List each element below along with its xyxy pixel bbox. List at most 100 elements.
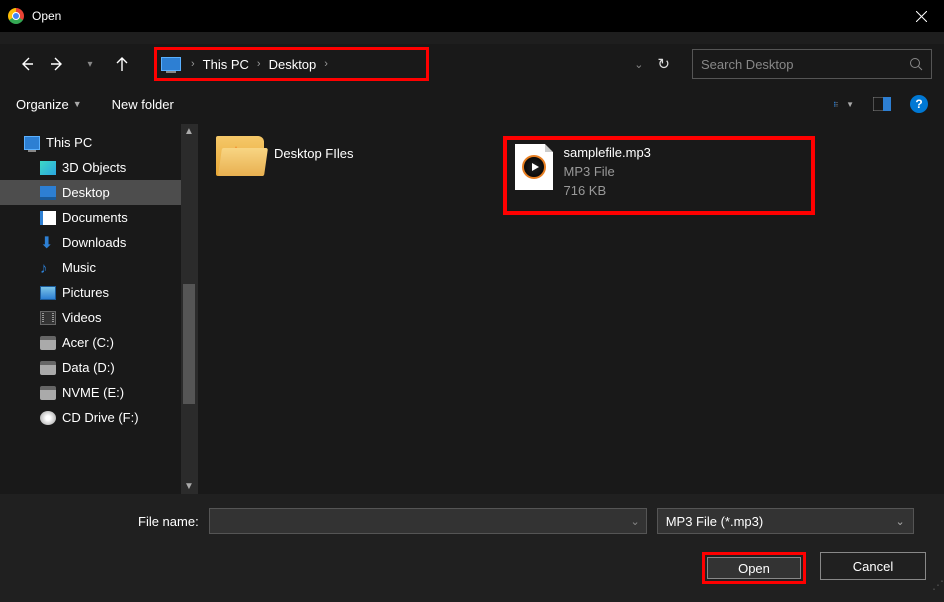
desktop-icon (40, 186, 56, 200)
main-area: This PC 3D Objects Desktop Documents ⬇ D… (0, 124, 944, 494)
sidebar-item-label: Data (D:) (62, 360, 115, 375)
scrollbar-thumb[interactable] (183, 284, 195, 404)
drive-icon (40, 336, 56, 350)
nav-back-button[interactable] (12, 50, 40, 78)
arrow-left-icon (18, 56, 34, 72)
filetype-label: MP3 File (*.mp3) (666, 514, 764, 529)
chevron-down-icon: ⌄ (895, 515, 904, 528)
search-placeholder: Search Desktop (701, 57, 794, 72)
download-icon: ⬇ (40, 236, 56, 250)
cancel-button[interactable]: Cancel (820, 552, 926, 580)
search-input[interactable]: Search Desktop (692, 49, 932, 79)
document-icon (40, 211, 56, 225)
sidebar-item-drive-c[interactable]: Acer (C:) (0, 330, 198, 355)
nav-row: ▾ › This PC › Desktop › ⌄ ↻ Search Deskt… (0, 44, 944, 84)
drive-icon (40, 361, 56, 375)
search-icon (909, 57, 923, 71)
video-icon (40, 311, 56, 325)
arrow-up-icon (115, 56, 129, 72)
view-list-icon (834, 97, 842, 111)
resize-grip[interactable]: ⋰ (932, 578, 942, 592)
view-options-button[interactable]: ▼ (834, 95, 854, 113)
filename-label: File name: (138, 514, 199, 529)
preview-pane-button[interactable] (872, 95, 892, 113)
file-type: MP3 File (563, 163, 650, 182)
window-close-button[interactable] (898, 0, 944, 32)
sidebar-item-label: 3D Objects (62, 160, 126, 175)
chevron-right-icon: › (187, 58, 199, 70)
new-folder-button[interactable]: New folder (112, 97, 174, 112)
organize-menu[interactable]: Organize ▼ (16, 97, 82, 112)
close-icon (916, 11, 927, 22)
sidebar-item-thispc[interactable]: This PC (0, 130, 198, 155)
breadcrumb-pc[interactable]: This PC (199, 57, 253, 72)
sidebar-item-music[interactable]: ♪ Music (0, 255, 198, 280)
chevron-down-icon[interactable]: ⌄ (630, 515, 639, 528)
cube-icon (40, 161, 56, 175)
sidebar-item-label: NVME (E:) (62, 385, 124, 400)
sidebar-item-label: Downloads (62, 235, 126, 250)
bottom-panel: File name: ⌄ MP3 File (*.mp3) ⌄ Open Can… (0, 494, 944, 602)
chevron-down-icon: ▼ (73, 99, 82, 109)
file-pane[interactable]: Desktop FIles samplefile.mp3 MP3 File 71… (198, 124, 944, 494)
filetype-select[interactable]: MP3 File (*.mp3) ⌄ (657, 508, 914, 534)
sidebar-item-label: This PC (46, 135, 92, 150)
sidebar-item-label: Desktop (62, 185, 110, 200)
sidebar: This PC 3D Objects Desktop Documents ⬇ D… (0, 124, 198, 494)
chevron-down-icon: ▼ (846, 100, 854, 109)
sidebar-item-videos[interactable]: Videos (0, 305, 198, 330)
scroll-up-icon[interactable]: ▲ (184, 126, 194, 137)
breadcrumb[interactable]: › This PC › Desktop › (154, 47, 429, 81)
chevron-right-icon: › (320, 58, 332, 70)
organize-label: Organize (16, 97, 69, 112)
filename-input[interactable]: ⌄ (209, 508, 647, 534)
sidebar-item-desktop[interactable]: Desktop (0, 180, 198, 205)
picture-icon (40, 286, 56, 300)
drive-icon (40, 386, 56, 400)
file-name: samplefile.mp3 (563, 144, 650, 163)
address-bar-extra[interactable]: ⌄ ↻ (439, 50, 680, 78)
toolbar: Organize ▼ New folder ▼ ? (0, 84, 944, 124)
scroll-down-icon[interactable]: ▼ (184, 481, 194, 492)
window-title: Open (32, 9, 61, 23)
cd-icon (40, 411, 56, 425)
arrow-right-icon (50, 56, 66, 72)
play-icon (522, 155, 546, 179)
file-item-folder[interactable]: Desktop FIles (216, 136, 353, 176)
sidebar-scrollbar[interactable]: ▲ ▼ (181, 124, 198, 494)
sidebar-item-label: CD Drive (F:) (62, 410, 139, 425)
sidebar-item-3d-objects[interactable]: 3D Objects (0, 155, 198, 180)
sidebar-item-label: Documents (62, 210, 128, 225)
help-button[interactable]: ? (910, 95, 928, 113)
sidebar-item-pictures[interactable]: Pictures (0, 280, 198, 305)
mp3-file-icon (515, 144, 553, 190)
sidebar-item-drive-d[interactable]: Data (D:) (0, 355, 198, 380)
open-button[interactable]: Open (707, 557, 801, 579)
nav-up-button[interactable] (108, 50, 136, 78)
refresh-button[interactable]: ↻ (651, 55, 676, 73)
titlebar: Open (0, 0, 944, 32)
sidebar-item-cd-drive[interactable]: CD Drive (F:) (0, 405, 198, 430)
chrome-icon (8, 8, 24, 24)
file-size: 716 KB (563, 182, 650, 201)
preview-pane-icon (873, 97, 891, 111)
file-label: Desktop FIles (274, 136, 353, 161)
open-button-highlight: Open (702, 552, 806, 584)
sidebar-item-label: Videos (62, 310, 102, 325)
nav-forward-button[interactable] (44, 50, 72, 78)
chevron-right-icon: › (253, 58, 265, 70)
breadcrumb-desktop[interactable]: Desktop (265, 57, 321, 72)
sidebar-item-label: Acer (C:) (62, 335, 114, 350)
chevron-down-icon[interactable]: ⌄ (634, 58, 643, 71)
sidebar-item-label: Pictures (62, 285, 109, 300)
sidebar-item-downloads[interactable]: ⬇ Downloads (0, 230, 198, 255)
monitor-icon (161, 57, 181, 71)
music-icon: ♪ (40, 261, 56, 275)
nav-recent-dropdown[interactable]: ▾ (76, 50, 104, 78)
file-item-mp3[interactable]: samplefile.mp3 MP3 File 716 KB (503, 136, 814, 215)
sidebar-item-label: Music (62, 260, 96, 275)
computer-icon (24, 136, 40, 150)
sidebar-item-documents[interactable]: Documents (0, 205, 198, 230)
sidebar-item-drive-e[interactable]: NVME (E:) (0, 380, 198, 405)
folder-icon (216, 136, 264, 176)
